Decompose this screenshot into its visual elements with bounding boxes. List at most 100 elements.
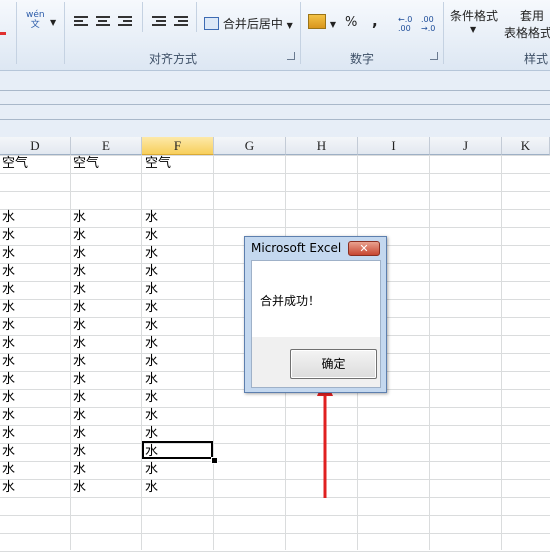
ribbon-separator — [443, 2, 444, 64]
grid-row-line — [0, 173, 550, 174]
cell-e-water[interactable]: 水 — [73, 426, 86, 442]
close-button[interactable]: ✕ — [348, 241, 380, 256]
cell-e-water[interactable]: 水 — [73, 246, 86, 262]
ribbon-separator — [300, 2, 301, 64]
cell-f-water[interactable]: 水 — [145, 480, 158, 496]
ribbon-separator — [64, 2, 65, 64]
cell-f-water[interactable]: 水 — [145, 282, 158, 298]
column-header-d[interactable]: D — [0, 137, 71, 155]
cell-d-header[interactable]: 空气 — [2, 156, 28, 172]
cell-e-water[interactable]: 水 — [73, 300, 86, 316]
cell-e-water[interactable]: 水 — [73, 228, 86, 244]
cell-f-water[interactable]: 水 — [145, 462, 158, 478]
grid-column-line — [501, 155, 502, 550]
merge-dropdown-icon[interactable]: ▼ — [287, 21, 293, 30]
cell-f-water[interactable]: 水 — [145, 408, 158, 424]
cell-d-water[interactable]: 水 — [2, 408, 15, 424]
selected-cell-f17[interactable] — [142, 441, 213, 459]
increase-indent-icon[interactable] — [174, 16, 188, 28]
column-header-k[interactable]: K — [502, 137, 550, 155]
number-group-label: 数字 — [350, 52, 375, 66]
cell-f-header[interactable]: 空气 — [145, 156, 171, 172]
cell-d-water[interactable]: 水 — [2, 300, 15, 316]
message-dialog: Microsoft Excel ✕ 合并成功！ 确定 — [244, 236, 387, 393]
column-header-f[interactable]: F — [142, 137, 214, 155]
cell-e-water[interactable]: 水 — [73, 210, 86, 226]
cell-e-water[interactable]: 水 — [73, 390, 86, 406]
grid-row-line — [0, 515, 550, 516]
dialog-title: Microsoft Excel — [251, 241, 342, 255]
dialog-body: 合并成功！ 确定 — [251, 260, 381, 388]
cell-e-water[interactable]: 水 — [73, 408, 86, 424]
comma-style-button[interactable]: , — [372, 12, 378, 30]
table-format-label-2[interactable]: 表格格式 — [504, 24, 550, 41]
alignment-dialog-launcher-icon[interactable] — [287, 52, 295, 60]
cell-f-water[interactable]: 水 — [145, 354, 158, 370]
accounting-dropdown-icon[interactable]: ▼ — [330, 20, 336, 29]
column-header-j[interactable]: J — [430, 137, 502, 155]
conditional-format-dropdown-icon[interactable]: ▼ — [470, 25, 476, 34]
cell-d-water[interactable]: 水 — [2, 444, 15, 460]
conditional-format-button[interactable]: 条件格式 — [450, 7, 498, 24]
ok-button[interactable]: 确定 — [290, 349, 377, 379]
column-header-g[interactable]: G — [214, 137, 286, 155]
cell-e-water[interactable]: 水 — [73, 282, 86, 298]
cell-f-water[interactable]: 水 — [145, 210, 158, 226]
cell-f-water[interactable]: 水 — [145, 264, 158, 280]
cell-d-water[interactable]: 水 — [2, 354, 15, 370]
cell-e-water[interactable]: 水 — [73, 318, 86, 334]
column-header-i[interactable]: I — [358, 137, 430, 155]
merge-center-icon — [204, 17, 219, 30]
cell-d-water[interactable]: 水 — [2, 228, 15, 244]
cell-f-water[interactable]: 水 — [145, 426, 158, 442]
cell-f-water[interactable]: 水 — [145, 390, 158, 406]
cell-e-water[interactable]: 水 — [73, 336, 86, 352]
font-color-button[interactable] — [0, 14, 6, 35]
cell-e-water[interactable]: 水 — [73, 462, 86, 478]
grid-column-line — [429, 155, 430, 550]
cell-e-water[interactable]: 水 — [73, 480, 86, 496]
cell-f-water[interactable]: 水 — [145, 318, 158, 334]
column-header-e[interactable]: E — [71, 137, 142, 155]
merge-center-button[interactable]: 合并后居中 ▼ — [204, 15, 293, 32]
cell-f-water[interactable]: 水 — [145, 228, 158, 244]
decrease-decimal-button[interactable]: .00 →.0 — [421, 15, 435, 33]
phonetic-dropdown-icon[interactable]: ▼ — [50, 18, 56, 27]
cell-e-header[interactable]: 空气 — [73, 156, 99, 172]
cell-e-water[interactable]: 水 — [73, 444, 86, 460]
cell-e-water[interactable]: 水 — [73, 264, 86, 280]
align-center-icon[interactable] — [96, 16, 110, 28]
cell-f-water[interactable]: 水 — [145, 300, 158, 316]
dialog-message: 合并成功！ — [260, 294, 321, 308]
cell-d-water[interactable]: 水 — [2, 264, 15, 280]
cell-d-water[interactable]: 水 — [2, 372, 15, 388]
align-left-icon[interactable] — [74, 16, 88, 28]
phonetic-guide-button[interactable]: wén 文 — [26, 10, 45, 30]
cell-d-water[interactable]: 水 — [2, 318, 15, 334]
cell-e-water[interactable]: 水 — [73, 372, 86, 388]
cell-d-water[interactable]: 水 — [2, 246, 15, 262]
table-format-button[interactable]: 套用 — [520, 7, 544, 24]
accounting-format-button[interactable]: ▼ — [308, 14, 336, 30]
cell-d-water[interactable]: 水 — [2, 462, 15, 478]
cell-d-water[interactable]: 水 — [2, 336, 15, 352]
grid-row-line — [0, 533, 550, 534]
cell-f-water[interactable]: 水 — [145, 372, 158, 388]
align-right-icon[interactable] — [118, 16, 132, 28]
fill-handle[interactable] — [211, 457, 218, 464]
cell-f-water[interactable]: 水 — [145, 336, 158, 352]
cell-d-water[interactable]: 水 — [2, 480, 15, 496]
number-dialog-launcher-icon[interactable] — [430, 52, 438, 60]
cell-f-water[interactable]: 水 — [145, 246, 158, 262]
cell-d-water[interactable]: 水 — [2, 210, 15, 226]
percent-style-button[interactable]: % — [345, 15, 357, 30]
cell-d-water[interactable]: 水 — [2, 426, 15, 442]
cell-d-water[interactable]: 水 — [2, 282, 15, 298]
decrease-indent-icon[interactable] — [152, 16, 166, 28]
increase-decimal-button[interactable]: ←.0 .00 — [398, 15, 412, 33]
ribbon-separator — [142, 2, 143, 32]
column-header-h[interactable]: H — [286, 137, 358, 155]
alignment-group-label: 对齐方式 — [149, 52, 198, 66]
cell-e-water[interactable]: 水 — [73, 354, 86, 370]
cell-d-water[interactable]: 水 — [2, 390, 15, 406]
